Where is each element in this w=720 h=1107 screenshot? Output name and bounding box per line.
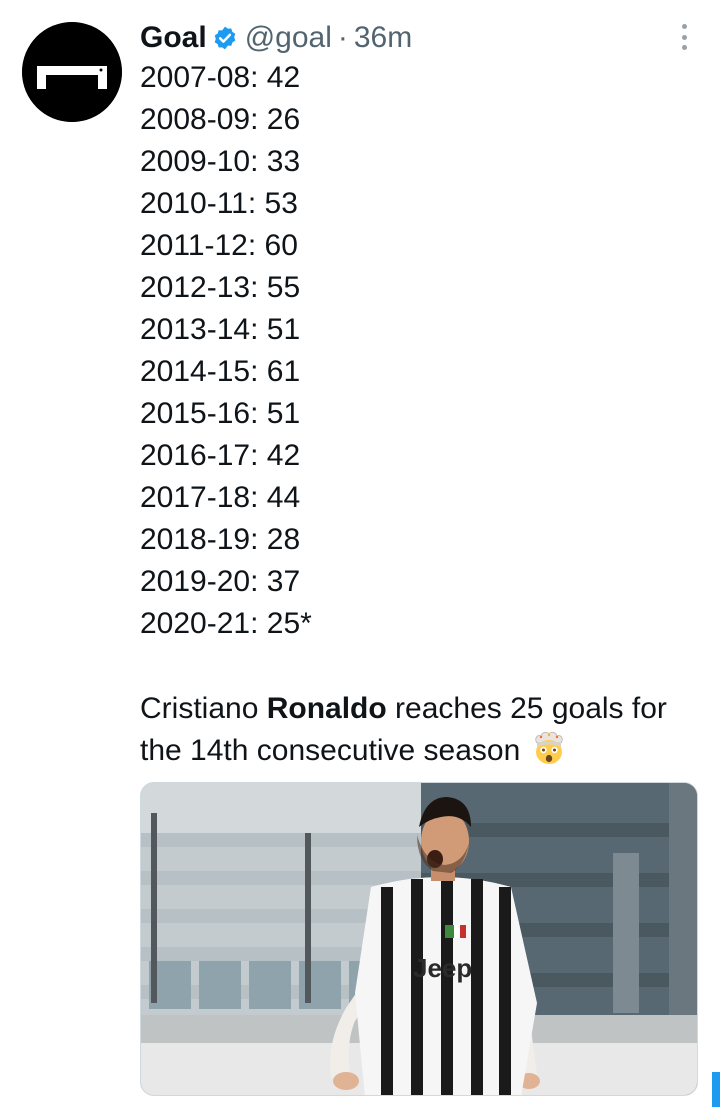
season-goals-list: 2007-08: 42 2008-09: 26 2009-10: 33 2010…: [140, 57, 312, 645]
season-line: 2016-17: 42: [140, 439, 301, 472]
season-line: 2012-13: 55: [140, 271, 301, 304]
player-celebration-image: Jeep: [141, 783, 697, 1095]
goal-logo-icon: [22, 22, 122, 122]
jersey-sponsor-text: Jeep: [413, 953, 472, 983]
verified-badge-icon: [212, 25, 238, 51]
separator-dot: ·: [337, 21, 348, 54]
tweet-timestamp[interactable]: 36m: [354, 18, 412, 58]
caption-text-start: Cristiano: [140, 692, 267, 725]
season-line: 2009-10: 33: [140, 145, 301, 178]
season-line: 2014-15: 61: [140, 355, 301, 388]
season-line: 2015-16: 51: [140, 397, 301, 430]
author-handle[interactable]: @goal: [245, 18, 332, 58]
tweet-header: Goal @goal · 36m: [140, 18, 412, 58]
more-options-icon[interactable]: [670, 22, 698, 52]
season-line: 2013-14: 51: [140, 313, 301, 346]
season-line: 2010-11: 53: [140, 187, 298, 220]
scroll-edge-indicator: [712, 1072, 720, 1107]
season-line: 2019-20: 37: [140, 565, 301, 598]
season-line: 2017-18: 44: [140, 481, 301, 514]
season-line: 2008-09: 26: [140, 103, 301, 136]
tweet[interactable]: Goal @goal · 36m 2007-08: 42 2008-09: 26…: [0, 0, 720, 1107]
author-name[interactable]: Goal: [140, 18, 207, 58]
season-line: 2020-21: 25*: [140, 607, 312, 640]
season-line: 2011-12: 60: [140, 229, 298, 262]
caption-bold-name: Ronaldo: [266, 692, 387, 725]
tweet-caption: Cristiano Ronaldo reaches 25 goals for t…: [140, 688, 705, 772]
exploding-head-emoji-icon: [531, 730, 567, 766]
season-line: 2007-08: 42: [140, 61, 301, 94]
tweet-photo[interactable]: Jeep: [140, 782, 698, 1096]
author-avatar[interactable]: [22, 22, 122, 122]
season-line: 2018-19: 28: [140, 523, 301, 556]
